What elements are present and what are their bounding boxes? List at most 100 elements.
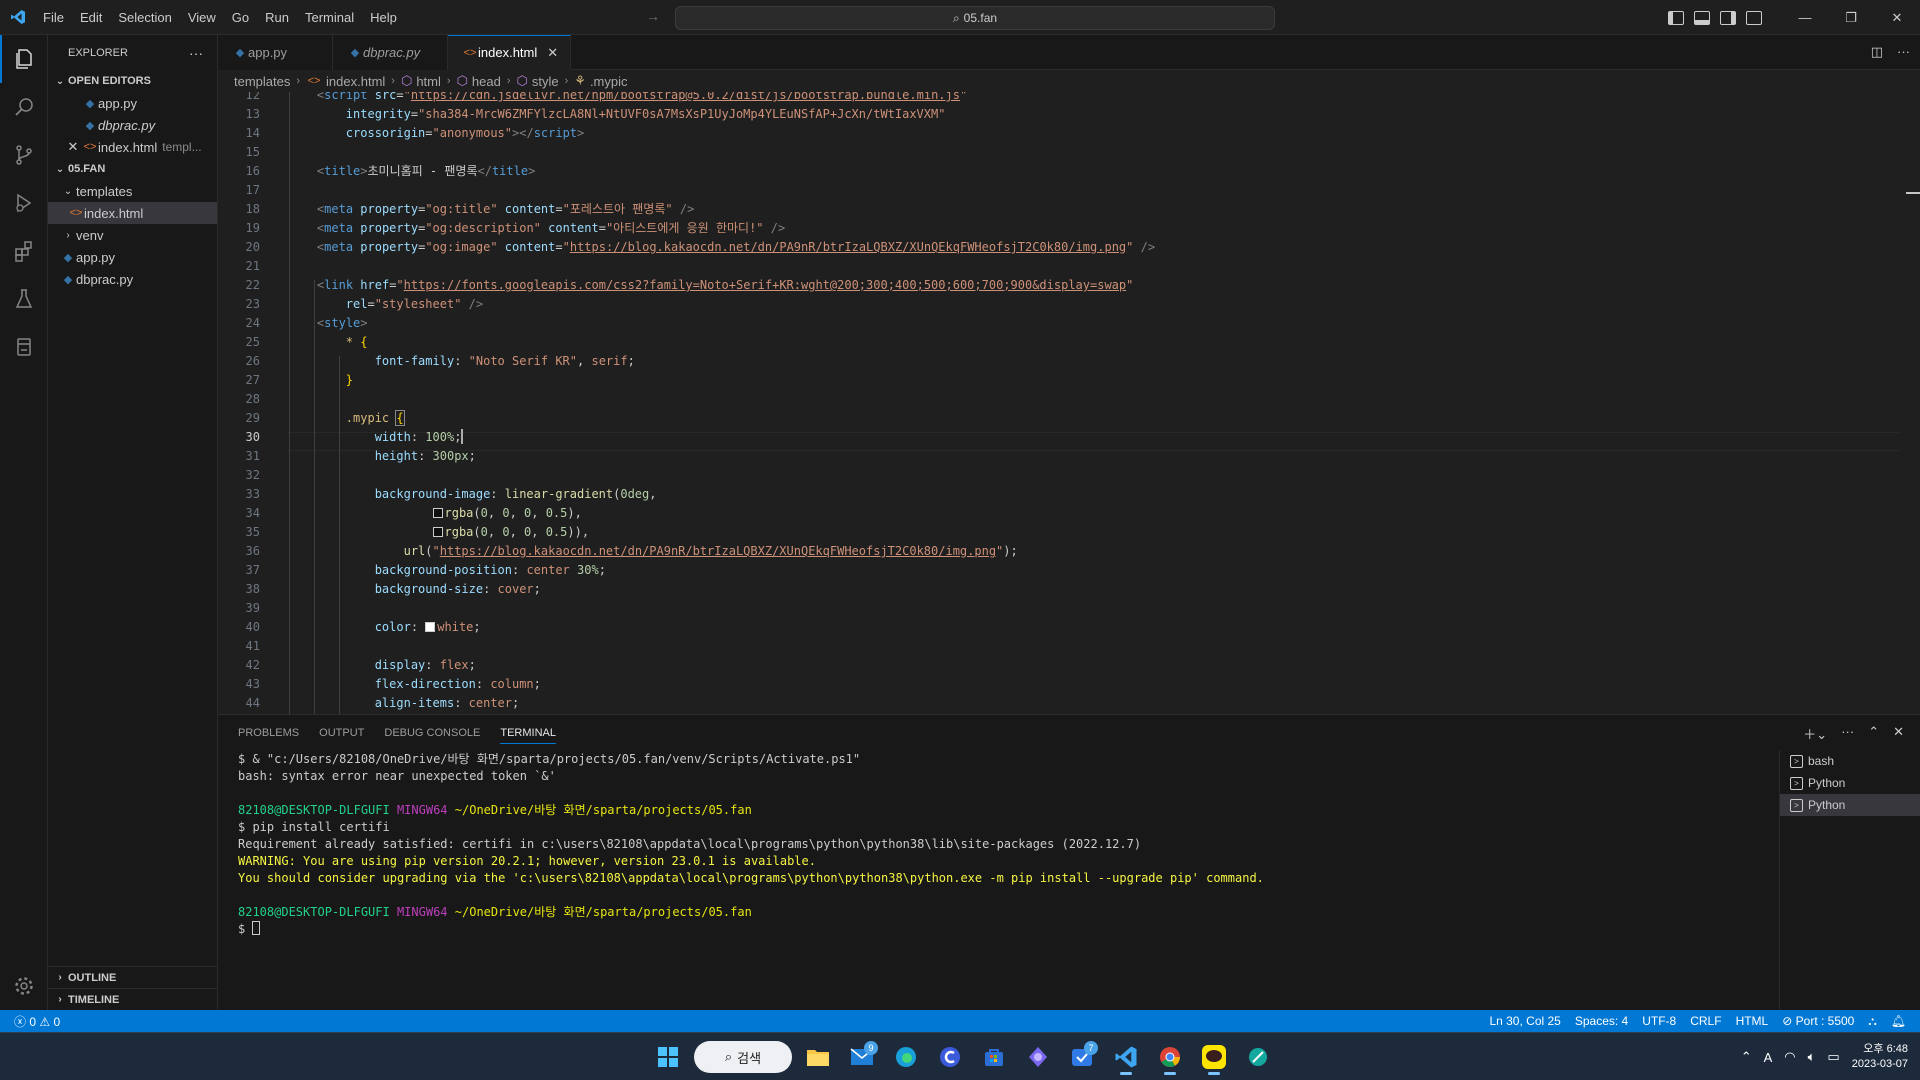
- timeline-section[interactable]: › TIMELINE: [48, 988, 218, 1010]
- menu-view[interactable]: View: [180, 10, 224, 25]
- tree-folder-templates[interactable]: ⌄ templates: [48, 180, 217, 202]
- customize-layout-icon[interactable]: [1746, 10, 1762, 25]
- tab-app-py[interactable]: ◆ app.py: [218, 35, 333, 70]
- notifications-bell-icon[interactable]: 🔔︎: [1891, 1014, 1906, 1028]
- encoding[interactable]: UTF-8: [1642, 1014, 1676, 1028]
- edge-browser-icon[interactable]: [888, 1039, 924, 1075]
- accounts-icon[interactable]: ⛬: [1868, 1014, 1876, 1029]
- breadcrumb-item[interactable]: .mypic: [590, 74, 628, 89]
- app-c-icon[interactable]: [932, 1039, 968, 1075]
- breadcrumb-item[interactable]: index.html: [326, 74, 385, 89]
- settings-gear-icon[interactable]: [0, 962, 48, 1010]
- language-mode[interactable]: HTML: [1736, 1014, 1769, 1028]
- terminal-instance[interactable]: > bash: [1780, 750, 1920, 772]
- close-panel-icon[interactable]: ✕: [1893, 724, 1904, 743]
- more-actions-icon[interactable]: ···: [1897, 44, 1910, 60]
- new-terminal-icon[interactable]: ＋⌄: [1803, 724, 1827, 743]
- toggle-secondary-sidebar-icon[interactable]: [1720, 10, 1736, 25]
- mail-icon[interactable]: 9: [844, 1039, 880, 1075]
- copilot-app-icon[interactable]: [1020, 1039, 1056, 1075]
- taskbar-search[interactable]: ⌕ 검색: [694, 1041, 792, 1073]
- vscode-taskbar-icon[interactable]: [1108, 1039, 1144, 1075]
- folder-section[interactable]: ⌄ 05.FAN: [48, 158, 217, 180]
- chrome-browser-icon[interactable]: [1152, 1039, 1188, 1075]
- todo-app-icon[interactable]: 7: [1064, 1039, 1100, 1075]
- tree-folder-venv[interactable]: › venv: [48, 224, 217, 246]
- microsoft-store-icon[interactable]: [976, 1039, 1012, 1075]
- open-editors-section[interactable]: ⌄ OPEN EDITORS: [48, 70, 217, 92]
- terminal-instance[interactable]: > Python: [1780, 772, 1920, 794]
- testing-icon[interactable]: [0, 275, 48, 323]
- menu-file[interactable]: File: [35, 10, 72, 25]
- menu-run[interactable]: Run: [257, 10, 297, 25]
- tree-file-index[interactable]: <> index.html: [48, 202, 217, 224]
- tab-dbprac-py[interactable]: ◆ dbprac.py: [333, 35, 448, 70]
- live-server-port[interactable]: ⊘ Port : 5500: [1782, 1014, 1854, 1028]
- kakaotalk-icon[interactable]: [1196, 1039, 1232, 1075]
- menu-help[interactable]: Help: [362, 10, 405, 25]
- code-line: rgba(0, 0, 0, 0.5),: [288, 504, 582, 523]
- remote-explorer-icon[interactable]: [0, 323, 48, 371]
- input-language-indicator[interactable]: A: [1764, 1050, 1773, 1065]
- breadcrumb-item[interactable]: style: [532, 74, 559, 89]
- tab-index-html[interactable]: <> index.html ✕: [448, 35, 572, 70]
- tab-problems[interactable]: PROBLEMS: [238, 727, 299, 739]
- close-tab-icon[interactable]: ✕: [547, 45, 558, 61]
- command-center-search[interactable]: ⌕ 05.fan: [675, 6, 1275, 30]
- extensions-icon[interactable]: [0, 227, 48, 275]
- tree-file-app[interactable]: ◆ app.py: [48, 246, 217, 268]
- terminal-list: > bash > Python > Python: [1779, 750, 1920, 1011]
- breadcrumb-item[interactable]: templates: [234, 74, 290, 89]
- terminal-instance[interactable]: > Python: [1780, 794, 1920, 816]
- close-window-button[interactable]: ✕: [1874, 0, 1920, 35]
- breadcrumb-item[interactable]: head: [472, 74, 501, 89]
- toggle-panel-icon[interactable]: [1694, 10, 1710, 25]
- split-editor-icon[interactable]: ◫: [1871, 44, 1883, 60]
- show-hidden-icons-chevron-icon[interactable]: ⌃: [1741, 1049, 1752, 1065]
- open-editor-item[interactable]: ◆ dbprac.py: [48, 114, 217, 136]
- scrollbar-marker[interactable]: [1906, 192, 1920, 194]
- color-swatch-icon[interactable]: [432, 527, 443, 537]
- color-swatch-icon[interactable]: [432, 508, 443, 518]
- explorer-icon[interactable]: [0, 35, 48, 83]
- tab-terminal[interactable]: TERMINAL: [500, 722, 556, 744]
- code-editor[interactable]: 12 13 14 15 16 17 18 19 20 21 22 23 24 25 26 27 28 29 30 31…: [218, 92, 1920, 714]
- cursor-position[interactable]: Ln 30, Col 25: [1489, 1014, 1560, 1028]
- tab-debug-console[interactable]: DEBUG CONSOLE: [384, 727, 480, 739]
- menu-terminal[interactable]: Terminal: [297, 10, 362, 25]
- open-editor-item[interactable]: ◆ app.py: [48, 92, 217, 114]
- menu-selection[interactable]: Selection: [110, 10, 179, 25]
- menu-go[interactable]: Go: [224, 10, 257, 25]
- problems-status[interactable]: ⓧ 0 ⚠ 0: [14, 1013, 60, 1030]
- open-editor-item[interactable]: ✕ <> index.html templ...: [48, 136, 217, 158]
- end-of-line[interactable]: CRLF: [1690, 1014, 1721, 1028]
- navigate-forward-icon[interactable]: →: [646, 8, 660, 24]
- maximize-panel-icon[interactable]: ⌃: [1868, 724, 1879, 743]
- source-control-icon[interactable]: [0, 131, 48, 179]
- indentation[interactable]: Spaces: 4: [1575, 1014, 1628, 1028]
- chevron-right-icon: ›: [564, 75, 569, 87]
- search-icon[interactable]: [0, 83, 48, 131]
- snipping-tool-icon[interactable]: [1240, 1039, 1276, 1075]
- color-swatch-icon[interactable]: [425, 622, 436, 632]
- system-clock[interactable]: 오후 6:48 2023-03-07: [1852, 1042, 1908, 1072]
- minimize-button[interactable]: —: [1782, 0, 1828, 35]
- breadcrumb-item[interactable]: html: [416, 74, 441, 89]
- windows-start-icon[interactable]: [650, 1039, 686, 1075]
- more-actions-icon[interactable]: ···: [1841, 724, 1854, 743]
- tree-file-dbprac[interactable]: ◆ dbprac.py: [48, 268, 217, 290]
- volume-icon[interactable]: 🔈︎: [1808, 1049, 1816, 1065]
- more-actions-icon[interactable]: ···: [189, 45, 203, 61]
- run-debug-icon[interactable]: [0, 179, 48, 227]
- toggle-primary-sidebar-icon[interactable]: [1668, 10, 1684, 25]
- outline-section[interactable]: › OUTLINE: [48, 966, 218, 988]
- battery-icon[interactable]: ▭: [1827, 1049, 1839, 1065]
- restore-button[interactable]: ❐: [1828, 0, 1874, 35]
- menu-edit[interactable]: Edit: [72, 10, 110, 25]
- file-explorer-icon[interactable]: [800, 1039, 836, 1075]
- terminal-output[interactable]: $ & "c:/Users/82108/OneDrive/바탕 화면/spart…: [238, 751, 1738, 938]
- tab-output[interactable]: OUTPUT: [319, 727, 364, 739]
- close-icon[interactable]: ✕: [64, 139, 82, 155]
- wifi-icon[interactable]: ◠: [1784, 1049, 1795, 1065]
